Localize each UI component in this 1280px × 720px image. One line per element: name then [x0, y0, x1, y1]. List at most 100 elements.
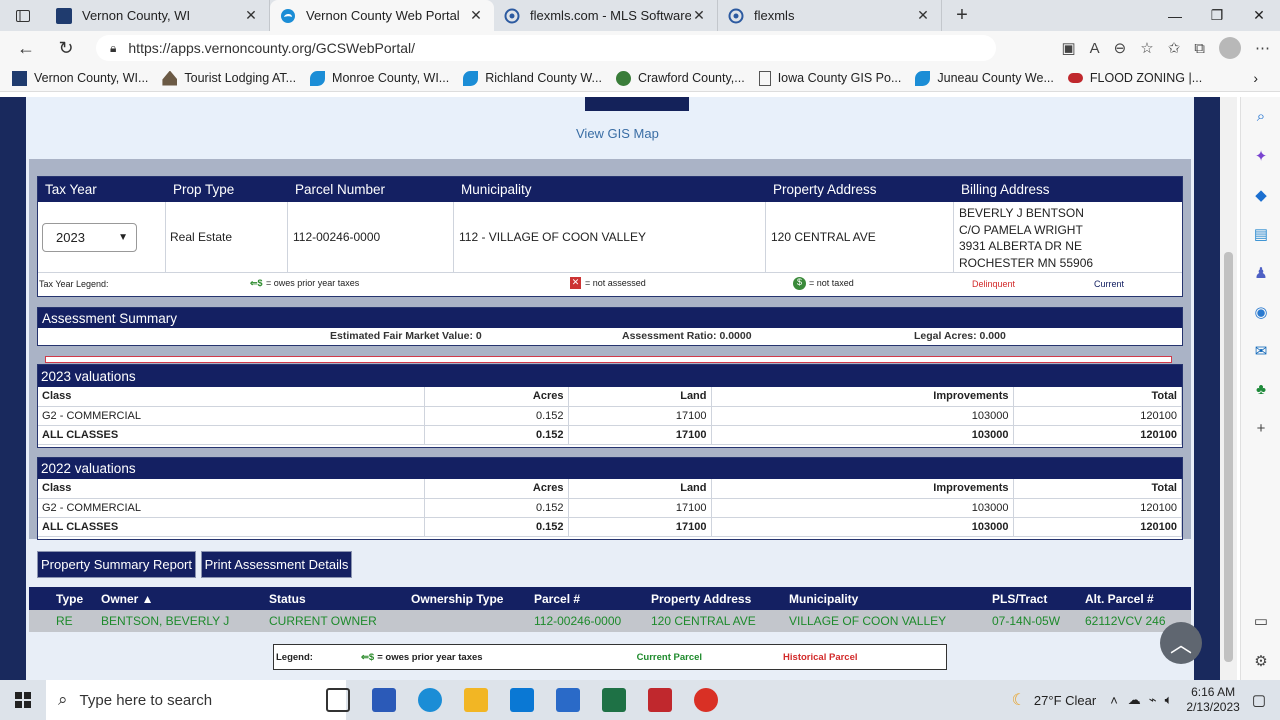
excel-icon[interactable] — [602, 688, 626, 712]
start-button[interactable] — [0, 680, 46, 720]
tab-flexmls[interactable]: flexmls ✕ — [718, 0, 942, 31]
scroll-top-button[interactable]: ︿ — [1160, 622, 1202, 664]
acrobat-icon[interactable] — [648, 688, 672, 712]
settings-icon[interactable]: ⚙ — [1241, 641, 1280, 680]
favorites-icon[interactable]: ✩ — [1168, 39, 1181, 57]
clock[interactable]: 6:16 AM 2/13/2023 — [1186, 685, 1239, 715]
close-window-icon[interactable]: ✕ — [1238, 0, 1280, 31]
col-parcel[interactable]: Parcel # — [534, 592, 651, 606]
url-field[interactable]: 🔒︎ https://apps.vernoncounty.org/GCSWebP… — [96, 35, 996, 61]
sparkle-icon[interactable]: ✦ — [1241, 136, 1280, 175]
tab-title: flexmls — [754, 8, 795, 23]
favorite-item[interactable]: Crawford County,... — [615, 70, 745, 86]
cloud-icon[interactable]: ☁ — [1128, 692, 1141, 708]
owner-status: CURRENT OWNER — [269, 614, 377, 628]
col-pls-tract[interactable]: PLS/Tract — [992, 592, 1085, 606]
close-tab-icon[interactable]: ✕ — [691, 7, 707, 24]
ownership-row[interactable]: RE BENTSON, BEVERLY J CURRENT OWNER 112-… — [29, 610, 1191, 632]
col-total: Total — [1013, 479, 1182, 499]
task-view-icon[interactable] — [326, 688, 350, 712]
close-tab-icon[interactable]: ✕ — [468, 7, 484, 24]
minimize-icon[interactable]: — — [1154, 0, 1196, 31]
taskbar-search[interactable]: ⌕ Type here to search — [46, 680, 346, 720]
store-icon[interactable] — [556, 688, 580, 712]
tab-vernon-county[interactable]: Vernon County, WI ✕ — [46, 0, 270, 31]
file-explorer-icon[interactable] — [464, 688, 488, 712]
volume-icon[interactable]: 🔈︎ — [1165, 692, 1173, 708]
property-summary-report-button[interactable]: Property Summary Report — [37, 551, 196, 578]
tools-icon[interactable]: ▤ — [1241, 214, 1280, 253]
weather-text[interactable]: 27°F Clear — [1034, 693, 1096, 708]
col-ownership-type[interactable]: Ownership Type — [411, 592, 534, 606]
more-menu-icon[interactable]: ⋯ — [1255, 39, 1270, 57]
drop-icon[interactable]: ♣ — [1241, 370, 1280, 409]
add-icon[interactable]: + — [1241, 409, 1280, 448]
split-screen-icon[interactable]: ▭ — [1241, 601, 1280, 640]
new-tab-button[interactable]: + — [942, 0, 982, 31]
header-prop-type: Prop Type — [173, 182, 235, 197]
favorite-item[interactable]: Tourist Lodging AT... — [162, 70, 296, 86]
notifications-icon[interactable]: ▢ — [1252, 691, 1266, 709]
legend-current-parcel: Current Parcel — [636, 651, 703, 663]
assessment-title: Assessment Summary — [38, 308, 1182, 328]
top-button[interactable] — [585, 97, 689, 111]
edge-taskbar-icon[interactable] — [418, 688, 442, 712]
page-scrollbar[interactable] — [1220, 97, 1237, 680]
legend-not-taxed: = not taxed — [809, 278, 854, 288]
view-gis-map-link[interactable]: View GIS Map — [576, 126, 659, 141]
close-tab-icon[interactable]: ✕ — [915, 7, 931, 24]
tab-flexmls-software[interactable]: flexmls.com - MLS Software for R ✕ — [494, 0, 718, 31]
col-type[interactable]: Type — [29, 592, 101, 606]
app-available-icon[interactable]: ▣ — [1061, 39, 1075, 57]
profile-avatar[interactable] — [1219, 37, 1241, 59]
windows-logo-icon — [15, 692, 31, 708]
tax-year-select[interactable]: 2023 ▼ — [42, 222, 137, 252]
refresh-button[interactable]: ↻ — [46, 31, 86, 65]
owes-taxes-icon: ⇐$ — [250, 278, 263, 288]
favorite-item[interactable]: Juneau County We... — [915, 70, 1054, 86]
tab-title: Vernon County, WI — [82, 8, 191, 23]
chevron-right-icon[interactable]: › — [1253, 70, 1258, 86]
prop-type-value: Real Estate — [166, 202, 288, 272]
outlook-icon[interactable]: ✉ — [1241, 331, 1280, 370]
col-acres: Acres — [424, 387, 569, 407]
favorite-item[interactable]: FLOOD ZONING |... — [1067, 71, 1203, 85]
back-button[interactable]: ← — [6, 31, 46, 65]
mail-icon[interactable] — [510, 688, 534, 712]
favorite-item[interactable]: Iowa County GIS Po... — [758, 70, 901, 86]
word-icon[interactable] — [372, 688, 396, 712]
office-icon[interactable]: ◉ — [1241, 292, 1280, 331]
search-icon[interactable]: ⌕ — [1241, 97, 1280, 136]
col-property-address[interactable]: Property Address — [651, 592, 789, 606]
favorite-item[interactable]: Monroe County, WI... — [310, 70, 449, 86]
tab-actions-button[interactable] — [0, 0, 46, 31]
favorite-item[interactable]: Vernon County, WI... — [12, 70, 148, 86]
close-tab-icon[interactable]: ✕ — [243, 7, 259, 24]
add-favorite-icon[interactable]: ☆ — [1140, 39, 1153, 57]
games-icon[interactable]: ♟ — [1241, 253, 1280, 292]
chrome-icon[interactable] — [694, 688, 718, 712]
parcel-panel: Tax Year Prop Type Parcel Number Municip… — [29, 159, 1191, 540]
col-municipality[interactable]: Municipality — [789, 592, 992, 606]
print-assessment-details-button[interactable]: Print Assessment Details — [201, 551, 352, 578]
flexmls-icon — [504, 8, 520, 23]
arcgis-icon — [915, 70, 931, 86]
shopping-tag-icon[interactable]: ◆ — [1241, 175, 1280, 214]
chevron-up-icon[interactable]: ˄ — [1110, 693, 1118, 708]
cell: 0.152 — [424, 425, 569, 445]
maximize-icon[interactable]: ❐ — [1196, 0, 1238, 31]
col-status[interactable]: Status — [269, 592, 411, 606]
network-icon[interactable]: ⌁ — [1149, 692, 1157, 708]
tab-web-portal[interactable]: Vernon County Web Portal ✕ — [270, 0, 494, 31]
billing-line: BEVERLY J BENTSON — [959, 206, 1084, 220]
valuations-2023-title: 2023 valuations — [38, 365, 1182, 387]
scrollbar-thumb[interactable] — [1224, 252, 1233, 662]
col-alt-parcel[interactable]: Alt. Parcel # — [1085, 592, 1154, 606]
favorite-item[interactable]: Richland County W... — [463, 70, 602, 86]
zoom-out-icon[interactable]: ⊖ — [1114, 39, 1127, 57]
read-aloud-icon[interactable]: A — [1090, 40, 1100, 57]
col-owner-sort[interactable]: Owner ▲ — [101, 592, 269, 606]
collections-icon[interactable]: ⧉ — [1194, 40, 1205, 57]
favorite-label: FLOOD ZONING |... — [1089, 71, 1203, 85]
not-assessed-icon: ✕ — [570, 277, 581, 289]
